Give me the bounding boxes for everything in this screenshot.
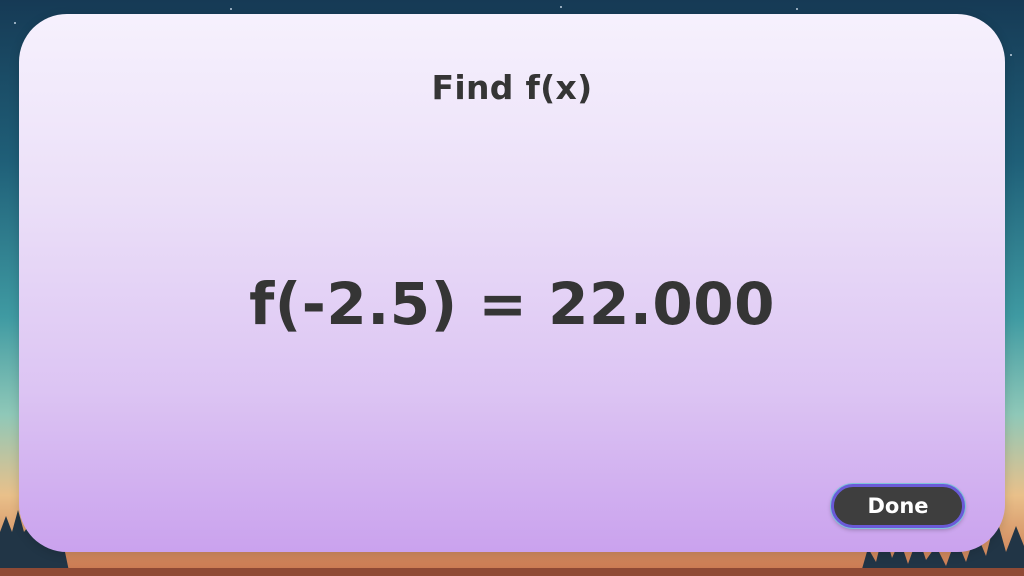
dialog-title: Find f(x) (431, 68, 593, 107)
function-value-result: f(-2.5) = 22.000 (249, 270, 775, 338)
background-scene: Find f(x) f(-2.5) = 22.000 Done (0, 0, 1024, 576)
done-button[interactable]: Done (831, 484, 965, 528)
find-fx-dialog: Find f(x) f(-2.5) = 22.000 Done (19, 14, 1005, 552)
